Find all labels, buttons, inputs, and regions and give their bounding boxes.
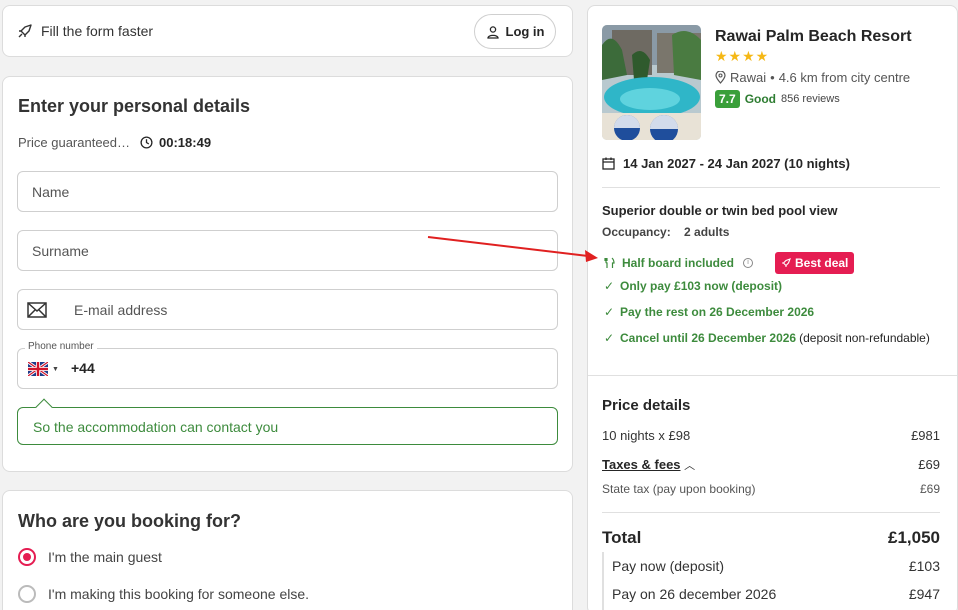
contact-tip-text: So the accommodation can contact you bbox=[33, 419, 279, 435]
distance-text: 4.6 km from city centre bbox=[778, 70, 911, 85]
nights-label: 10 nights x £98 bbox=[602, 428, 691, 443]
cutlery-icon bbox=[604, 257, 615, 268]
radio-main-guest[interactable]: I'm the main guest bbox=[18, 548, 162, 566]
score-badge: 7.7 bbox=[715, 90, 740, 108]
radio-button-checked[interactable] bbox=[18, 548, 36, 566]
uk-flag-icon[interactable] bbox=[28, 362, 48, 376]
hotel-location: Rawai • 4.6 km from city centre bbox=[715, 70, 910, 85]
radio-someone-else[interactable]: I'm making this booking for someone else… bbox=[18, 585, 309, 603]
dates-text: 14 Jan 2027 - 24 Jan 2027 (10 nights) bbox=[623, 156, 850, 171]
phone-country-code[interactable]: +44 bbox=[71, 360, 95, 376]
hotel-photo bbox=[602, 25, 701, 140]
guest-rating: 7.7 Good 856 reviews bbox=[715, 90, 840, 108]
radio-button-unchecked[interactable] bbox=[18, 585, 36, 603]
fill-form-text: Fill the form faster bbox=[41, 23, 154, 39]
score-word: Good bbox=[744, 92, 777, 106]
check-icon: ✓ bbox=[604, 305, 615, 319]
feature-text: Cancel until 26 December 2026 bbox=[620, 331, 797, 345]
fill-form-banner: Fill the form faster Log in bbox=[2, 5, 573, 57]
user-icon bbox=[486, 25, 499, 39]
location-name: Rawai bbox=[730, 70, 767, 85]
name-input[interactable] bbox=[32, 172, 518, 211]
taxes-row[interactable]: Taxes & fees ︿ £69 bbox=[602, 457, 940, 473]
divider bbox=[588, 375, 957, 376]
booking-for-title: Who are you booking for? bbox=[18, 511, 241, 531]
taxes-toggle[interactable]: Taxes & fees ︿ bbox=[602, 457, 695, 473]
check-icon: ✓ bbox=[604, 279, 615, 293]
booking-summary: Rawai Palm Beach Resort ★★★★ Rawai • 4.6… bbox=[587, 5, 958, 610]
pay-later-row: Pay on 26 december 2026 £947 bbox=[612, 586, 940, 602]
occupancy-value: 2 adults bbox=[684, 225, 730, 239]
occupancy-label: Occupancy: bbox=[602, 225, 671, 239]
total-label: Total bbox=[602, 528, 642, 547]
taxes-value: £69 bbox=[918, 457, 940, 472]
surname-input[interactable] bbox=[32, 231, 518, 270]
personal-details-title: Enter your personal details bbox=[18, 96, 251, 116]
star-rating: ★★★★ bbox=[715, 48, 770, 64]
surname-field-wrapper bbox=[17, 230, 558, 271]
total-value: £1,050 bbox=[888, 528, 940, 547]
rocket-icon bbox=[782, 258, 791, 267]
divider bbox=[602, 187, 940, 188]
divider bbox=[602, 512, 940, 513]
pay-now-row: Pay now (deposit) £103 bbox=[612, 558, 940, 574]
room-name: Superior double or twin bed pool view bbox=[602, 203, 838, 218]
feature-extra: (deposit non-refundable) bbox=[799, 331, 930, 345]
review-count: 856 reviews bbox=[781, 93, 840, 105]
pay-now-value: £103 bbox=[908, 558, 940, 574]
pay-later-label: Pay on 26 december 2026 bbox=[612, 586, 777, 602]
feature-text: Pay the rest on 26 December 2026 bbox=[620, 305, 815, 319]
booking-for-section: Who are you booking for? I'm the main gu… bbox=[2, 490, 573, 610]
state-tax-value: £69 bbox=[919, 482, 940, 496]
login-button[interactable]: Log in bbox=[474, 14, 556, 49]
state-tax-row: State tax (pay upon booking) £69 bbox=[602, 482, 940, 496]
name-field-wrapper bbox=[17, 171, 558, 212]
nights-value: £981 bbox=[911, 428, 940, 443]
state-tax-label: State tax (pay upon booking) bbox=[602, 482, 756, 496]
price-details-title: Price details bbox=[602, 397, 691, 414]
chevron-up-icon[interactable]: ︿ bbox=[684, 460, 695, 472]
email-input[interactable] bbox=[74, 290, 560, 329]
feature-pay-rest: ✓ Pay the rest on 26 December 2026 bbox=[604, 305, 814, 319]
feature-text: Only pay £103 now (deposit) bbox=[620, 279, 783, 293]
calendar-icon bbox=[602, 157, 615, 170]
price-guarantee: Price guaranteed… 00:18:49 bbox=[18, 135, 211, 150]
location-pin-icon bbox=[715, 71, 726, 84]
total-row: Total £1,050 bbox=[602, 528, 940, 548]
hotel-name: Rawai Palm Beach Resort bbox=[715, 28, 912, 45]
radio-main-guest-label: I'm the main guest bbox=[48, 549, 162, 565]
mail-icon bbox=[27, 302, 47, 318]
countdown-timer: 00:18:49 bbox=[159, 135, 212, 150]
half-board-feature: Half board included i Best deal bbox=[604, 252, 855, 274]
feature-cancel: ✓ Cancel until 26 December 2026 (deposit… bbox=[604, 331, 930, 345]
info-icon[interactable]: i bbox=[743, 258, 754, 268]
bullet-separator: • bbox=[770, 70, 775, 85]
phone-label: Phone number bbox=[25, 341, 97, 352]
best-deal-badge: Best deal bbox=[775, 252, 855, 274]
check-icon: ✓ bbox=[604, 331, 615, 345]
occupancy: Occupancy: 2 adults bbox=[602, 225, 729, 239]
best-deal-text: Best deal bbox=[795, 256, 849, 270]
pay-now-label: Pay now (deposit) bbox=[612, 558, 725, 574]
country-dropdown-caret-icon[interactable]: ▼ bbox=[52, 366, 59, 373]
feature-deposit: ✓ Only pay £103 now (deposit) bbox=[604, 279, 782, 293]
radio-someone-else-label: I'm making this booking for someone else… bbox=[48, 586, 310, 602]
stay-dates: 14 Jan 2027 - 24 Jan 2027 (10 nights) bbox=[602, 156, 850, 171]
contact-tooltip: So the accommodation can contact you bbox=[17, 398, 558, 445]
personal-details-section: Enter your personal details Price guaran… bbox=[2, 76, 573, 472]
clock-icon bbox=[140, 136, 153, 149]
login-label: Log in bbox=[505, 24, 545, 39]
half-board-text: Half board included bbox=[622, 256, 735, 270]
tooltip-notch bbox=[35, 398, 53, 416]
nights-row: 10 nights x £98 £981 bbox=[602, 428, 940, 443]
taxes-label[interactable]: Taxes & fees bbox=[602, 457, 681, 472]
email-field-wrapper bbox=[17, 289, 560, 330]
rocket-icon bbox=[18, 24, 32, 38]
price-guaranteed-text: Price guaranteed… bbox=[18, 135, 131, 150]
pay-later-value: £947 bbox=[908, 586, 940, 602]
payment-breakdown: Pay now (deposit) £103 Pay on 26 decembe… bbox=[602, 552, 940, 610]
phone-field-wrapper: Phone number ▼ +44 bbox=[17, 341, 558, 389]
